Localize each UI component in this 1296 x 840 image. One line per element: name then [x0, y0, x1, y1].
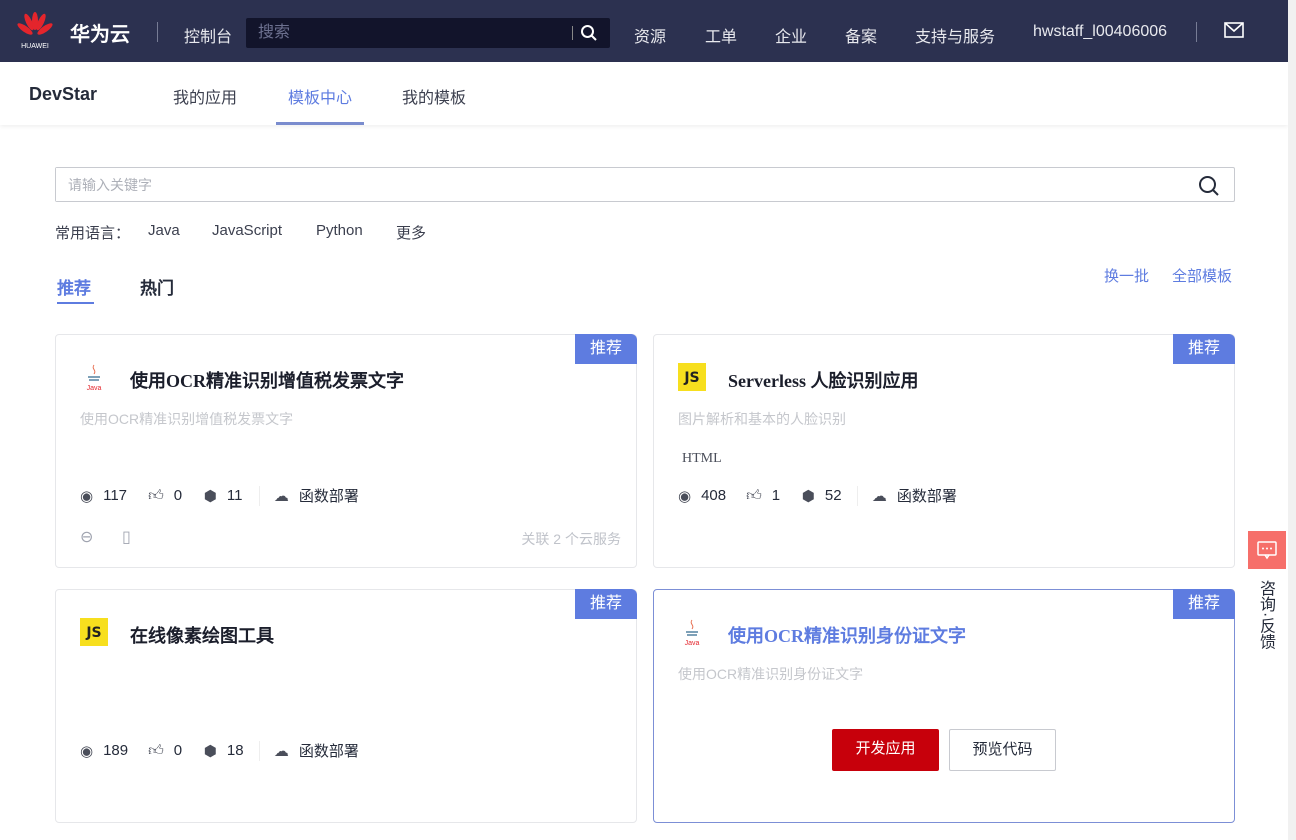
languages-label: 常用语言： [55, 225, 131, 242]
views-count: 189 [103, 742, 129, 759]
user-name[interactable]: hwstaff_l00406006 [1033, 23, 1167, 41]
template-search[interactable] [55, 167, 1235, 202]
top-header: HUAWEI 华为云 控制台 资源 工单 企业 备案 支持与服务 hwstaff… [0, 0, 1288, 62]
java-icon: Java [87, 364, 102, 391]
template-card[interactable]: 推荐 Java 使用OCR精准识别增值税发票文字 使用OCR精准识别增值税发票文… [55, 334, 637, 568]
feedback-label[interactable]: 咨询·反馈 [1257, 580, 1276, 649]
nav-support[interactable]: 支持与服务 [915, 23, 995, 47]
divider [1196, 22, 1197, 42]
tab-my-apps[interactable]: 我的应用 [173, 84, 237, 108]
mail-icon[interactable] [1224, 22, 1244, 38]
cloud-link-icon: ⊖ [80, 529, 94, 546]
eye-icon: ◉ [678, 487, 692, 505]
lang-javascript[interactable]: JavaScript [212, 222, 282, 239]
deploy-type: 函数部署 [298, 743, 359, 760]
recommend-badge: 推荐 [575, 334, 637, 364]
divider [258, 740, 260, 761]
devstar-title: DevStar [29, 84, 98, 104]
lang-java[interactable]: Java [148, 222, 180, 239]
tab-template-center[interactable]: 模板中心 [288, 84, 352, 108]
deploy-type: 函数部署 [896, 488, 957, 505]
huawei-logo[interactable]: HUAWEI [16, 10, 54, 50]
eye-icon: ◉ [80, 487, 94, 505]
views-count: 117 [103, 487, 128, 504]
tab-popular[interactable]: 热门 [140, 274, 174, 299]
uses-count: 11 [226, 487, 243, 504]
card-title[interactable]: 使用OCR精准识别增值税发票文字 [130, 367, 404, 393]
eye-icon: ◉ [80, 742, 94, 760]
cube-icon: ⬢ [203, 742, 217, 760]
javascript-icon: JS [80, 618, 108, 646]
recommend-badge: 推荐 [575, 589, 637, 619]
active-tab-indicator [276, 122, 364, 125]
ocr-service-icon: ▯ [122, 529, 131, 546]
all-templates-link[interactable]: 全部模板 [1172, 265, 1232, 286]
feedback-button[interactable] [1248, 531, 1286, 569]
lang-python[interactable]: Python [316, 222, 363, 239]
svg-text:Java: Java [685, 640, 700, 646]
divider [572, 26, 573, 40]
thumbs-up-icon: 👍︎ [148, 741, 164, 759]
deploy-type: 函数部署 [298, 488, 359, 505]
sub-navigation: DevStar 我的应用 模板中心 我的模板 [0, 62, 1288, 125]
linked-services[interactable]: 关联 2 个云服务 [521, 529, 621, 549]
cloud-upload-icon: ☁ [871, 487, 887, 505]
java-icon: Java [685, 619, 700, 646]
header-search-input[interactable] [246, 18, 566, 48]
lang-more[interactable]: 更多 [396, 222, 426, 243]
nav-tickets[interactable]: 工单 [705, 23, 737, 47]
cloud-upload-icon: ☁ [273, 742, 289, 760]
likes-count: 1 [771, 487, 781, 504]
javascript-icon: JS [678, 363, 706, 391]
chat-icon [1257, 541, 1277, 560]
divider [856, 485, 858, 506]
uses-count: 18 [226, 742, 244, 759]
card-title[interactable]: 使用OCR精准识别身份证文字 [728, 622, 966, 648]
template-card[interactable]: 推荐 Java 使用OCR精准识别身份证文字 使用OCR精准识别身份证文字 开发… [653, 589, 1235, 823]
nav-resources[interactable]: 资源 [634, 23, 666, 47]
likes-count: 0 [173, 742, 183, 759]
card-stats: ◉ 117 👍︎ 0 ⬢ 11 ☁ 函数部署 [80, 485, 359, 506]
cube-icon: ⬢ [203, 487, 217, 505]
thumbs-up-icon: 👍︎ [746, 486, 762, 504]
scrollbar[interactable] [1288, 0, 1296, 840]
recommend-badge: 推荐 [1173, 334, 1235, 364]
card-title[interactable]: 在线像素绘图工具 [130, 622, 274, 648]
template-card[interactable]: 推荐 JS 在线像素绘图工具 ◉ 189 👍︎ 0 ⬢ 18 ☁ 函数部署 [55, 589, 637, 823]
refresh-batch-link[interactable]: 换一批 [1104, 265, 1149, 286]
brand-name[interactable]: 华为云 [70, 18, 130, 47]
console-link[interactable]: 控制台 [184, 23, 232, 47]
develop-app-button[interactable]: 开发应用 [832, 729, 939, 771]
preview-code-button[interactable]: 预览代码 [949, 729, 1056, 771]
cube-icon: ⬢ [801, 487, 815, 505]
views-count: 408 [701, 487, 727, 504]
svg-text:Java: Java [87, 385, 102, 391]
card-title[interactable]: Serverless 人脸识别应用 [728, 367, 918, 393]
card-description: 使用OCR精准识别身份证文字 [678, 666, 864, 682]
tab-recommended[interactable]: 推荐 [57, 274, 91, 299]
card-tag: HTML [682, 451, 722, 466]
search-icon[interactable] [1198, 175, 1220, 197]
search-icon[interactable] [580, 24, 598, 42]
card-stats: ◉ 189 👍︎ 0 ⬢ 18 ☁ 函数部署 [80, 740, 359, 761]
uses-count: 52 [824, 487, 842, 504]
card-description: 使用OCR精准识别增值税发票文字 [80, 411, 294, 427]
cloud-upload-icon: ☁ [273, 487, 289, 505]
card-stats: ◉ 408 👍︎ 1 ⬢ 52 ☁ 函数部署 [678, 485, 957, 506]
card-description: 图片解析和基本的人脸识别 [678, 411, 846, 427]
template-card[interactable]: 推荐 JS Serverless 人脸识别应用 图片解析和基本的人脸识别 HTM… [653, 334, 1235, 568]
svg-text:HUAWEI: HUAWEI [21, 43, 49, 50]
thumbs-up-icon: 👍︎ [148, 486, 164, 504]
nav-filing[interactable]: 备案 [845, 23, 877, 47]
nav-enterprise[interactable]: 企业 [775, 23, 807, 47]
divider [258, 485, 260, 506]
divider [157, 22, 158, 42]
header-search[interactable] [246, 18, 610, 48]
likes-count: 0 [173, 487, 183, 504]
tab-my-templates[interactable]: 我的模板 [402, 84, 466, 108]
recommend-badge: 推荐 [1173, 589, 1235, 619]
active-tab-indicator [57, 302, 94, 304]
keyword-input[interactable] [56, 168, 1176, 201]
